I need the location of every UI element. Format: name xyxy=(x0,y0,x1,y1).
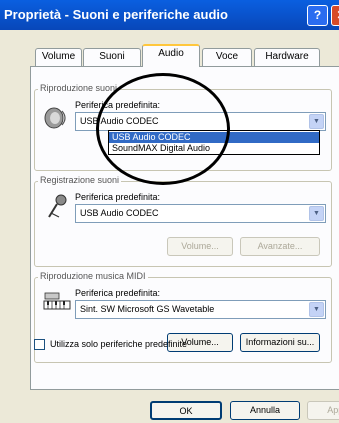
help-button[interactable]: ? xyxy=(307,5,328,26)
microphone-icon xyxy=(48,194,67,218)
recording-legend: Registrazione suoni xyxy=(38,175,122,185)
recording-selected-value: USB Audio CODEC xyxy=(80,208,159,218)
chevron-down-icon[interactable]: ▼ xyxy=(309,114,324,129)
ok-button[interactable]: OK xyxy=(150,401,222,420)
recording-volume-button[interactable]: Volume... xyxy=(167,237,233,256)
window-title: Proprietà - Suoni e periferiche audio xyxy=(4,7,228,22)
midi-group: Riproduzione musica MIDI Periferica pred… xyxy=(34,271,332,363)
tab-hardware[interactable]: Hardware xyxy=(254,48,320,66)
midi-keyboard-icon xyxy=(43,292,71,310)
tab-voce[interactable]: Voce xyxy=(202,48,252,66)
playback-dropdown-list: USB Audio CODEC SoundMAX Digital Audio xyxy=(108,130,320,155)
title-bar: Proprietà - Suoni e periferiche audio ? … xyxy=(0,0,339,30)
recording-advanced-button[interactable]: Avanzate... xyxy=(240,237,320,256)
properties-dialog: Proprietà - Suoni e periferiche audio ? … xyxy=(0,0,339,423)
chevron-down-icon[interactable]: ▼ xyxy=(309,206,324,221)
only-default-devices-label: Utilizza solo periferiche predefinite xyxy=(50,339,188,349)
recording-group: Registrazione suoni Periferica predefini… xyxy=(34,175,332,267)
tab-volume[interactable]: Volume xyxy=(35,48,82,66)
playback-selected-value: USB Audio CODEC xyxy=(80,116,159,126)
tab-audio[interactable]: Audio xyxy=(142,44,200,67)
midi-info-button[interactable]: Informazioni su... xyxy=(240,333,320,352)
playback-device-select[interactable]: USB Audio CODEC ▼ xyxy=(75,112,326,131)
tab-suoni[interactable]: Suoni xyxy=(83,48,141,66)
recording-device-select[interactable]: USB Audio CODEC ▼ xyxy=(75,204,326,223)
midi-device-select[interactable]: Sint. SW Microsoft GS Wavetable ▼ xyxy=(75,300,326,319)
only-default-devices-checkbox[interactable] xyxy=(34,339,45,350)
apply-button[interactable]: Applica xyxy=(307,401,339,420)
midi-default-label: Periferica predefinita: xyxy=(75,288,161,298)
close-button[interactable]: ✕ xyxy=(331,5,339,26)
cancel-button[interactable]: Annulla xyxy=(230,401,300,420)
chevron-down-icon[interactable]: ▼ xyxy=(309,302,324,317)
dropdown-option-usb-audio-codec[interactable]: USB Audio CODEC xyxy=(109,132,319,143)
playback-default-label: Periferica predefinita: xyxy=(75,100,161,110)
playback-legend: Riproduzione suoni xyxy=(38,83,120,93)
speaker-icon xyxy=(44,107,66,129)
recording-default-label: Periferica predefinita: xyxy=(75,192,161,202)
midi-selected-value: Sint. SW Microsoft GS Wavetable xyxy=(80,304,215,314)
midi-legend: Riproduzione musica MIDI xyxy=(38,271,148,281)
dropdown-option-soundmax[interactable]: SoundMAX Digital Audio xyxy=(109,143,319,154)
